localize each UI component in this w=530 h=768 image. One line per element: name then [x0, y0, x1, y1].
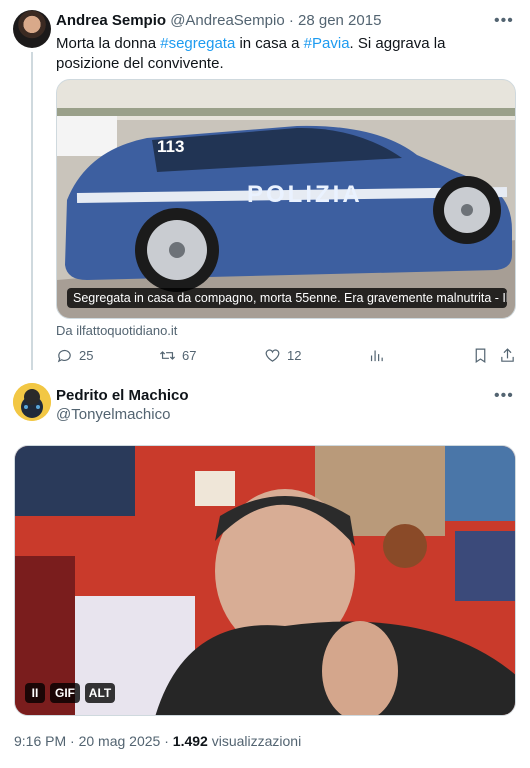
gif-badge: GIF — [50, 683, 80, 703]
thread-connector-line — [31, 52, 33, 370]
views-count: 1.492 — [172, 733, 208, 749]
retweet-count: 67 — [182, 348, 197, 363]
link-card[interactable]: 113 POLIZIA Segregata in casa da compagn… — [56, 79, 516, 319]
header-separator: · — [288, 12, 294, 29]
tweet-text: Morta la donna #segregata in casa a #Pav… — [56, 34, 511, 74]
meta-separator: · — [164, 733, 169, 749]
avatar[interactable] — [13, 383, 51, 421]
heart-icon — [265, 349, 280, 362]
bookmark-button[interactable] — [472, 347, 489, 364]
reply-button[interactable]: 25 — [56, 347, 93, 364]
meta-separator: · — [70, 733, 75, 749]
views-label: visualizzazioni — [211, 733, 302, 749]
hashtag-link[interactable]: #segregata — [160, 35, 235, 52]
video-frame-image — [15, 446, 515, 715]
alt-button[interactable]: ALT — [85, 683, 115, 703]
pause-button[interactable]: II — [25, 683, 45, 703]
author-name[interactable]: Pedrito el Machico — [56, 387, 189, 404]
author-name[interactable]: Andrea Sempio — [56, 12, 166, 29]
card-domain[interactable]: Da ilfattoquotidiano.it — [56, 323, 177, 338]
avatar-image — [13, 383, 51, 421]
hashtag-link[interactable]: #Pavia — [304, 35, 350, 52]
text-segment: Morta la donna — [56, 35, 161, 52]
car-polizia-text: POLIZIA — [247, 181, 363, 208]
more-icon[interactable]: ••• — [494, 387, 514, 405]
tweet-header: Andrea Sempio @AndreaSempio · 28 gen 201… — [56, 12, 381, 29]
more-icon[interactable]: ••• — [494, 12, 514, 30]
analytics-icon — [370, 350, 383, 362]
text-segment: in casa a — [235, 35, 304, 52]
like-button[interactable]: 12 — [264, 347, 301, 364]
retweet-button[interactable]: 67 — [159, 347, 196, 364]
avatar[interactable] — [13, 10, 51, 48]
tweet-date[interactable]: 28 gen 2015 — [298, 12, 381, 29]
like-count: 12 — [287, 348, 302, 363]
share-icon — [501, 348, 514, 362]
share-button[interactable] — [499, 347, 516, 364]
car-number-text: 113 — [157, 137, 184, 156]
card-caption: Segregata in casa da compagno, morta 55e… — [67, 288, 507, 308]
tweet-date[interactable]: 20 mag 2025 — [79, 733, 161, 749]
tweet-time[interactable]: 9:16 PM — [14, 733, 66, 749]
author-handle[interactable]: @Tonyelmachico — [56, 406, 170, 423]
reply-count: 25 — [79, 348, 94, 363]
retweet-icon — [159, 351, 176, 360]
analytics-button[interactable] — [368, 347, 385, 364]
police-car-image: 113 POLIZIA — [57, 80, 515, 318]
bookmark-icon — [475, 348, 486, 364]
tweet-actions: 25 67 12 — [56, 347, 516, 367]
author-handle[interactable]: @AndreaSempio — [170, 12, 284, 29]
video-player[interactable]: II GIF ALT — [14, 445, 516, 716]
tweet-meta: 9:16 PM · 20 mag 2025 · 1.492 visualizza… — [14, 733, 301, 749]
reply-icon — [57, 349, 71, 363]
